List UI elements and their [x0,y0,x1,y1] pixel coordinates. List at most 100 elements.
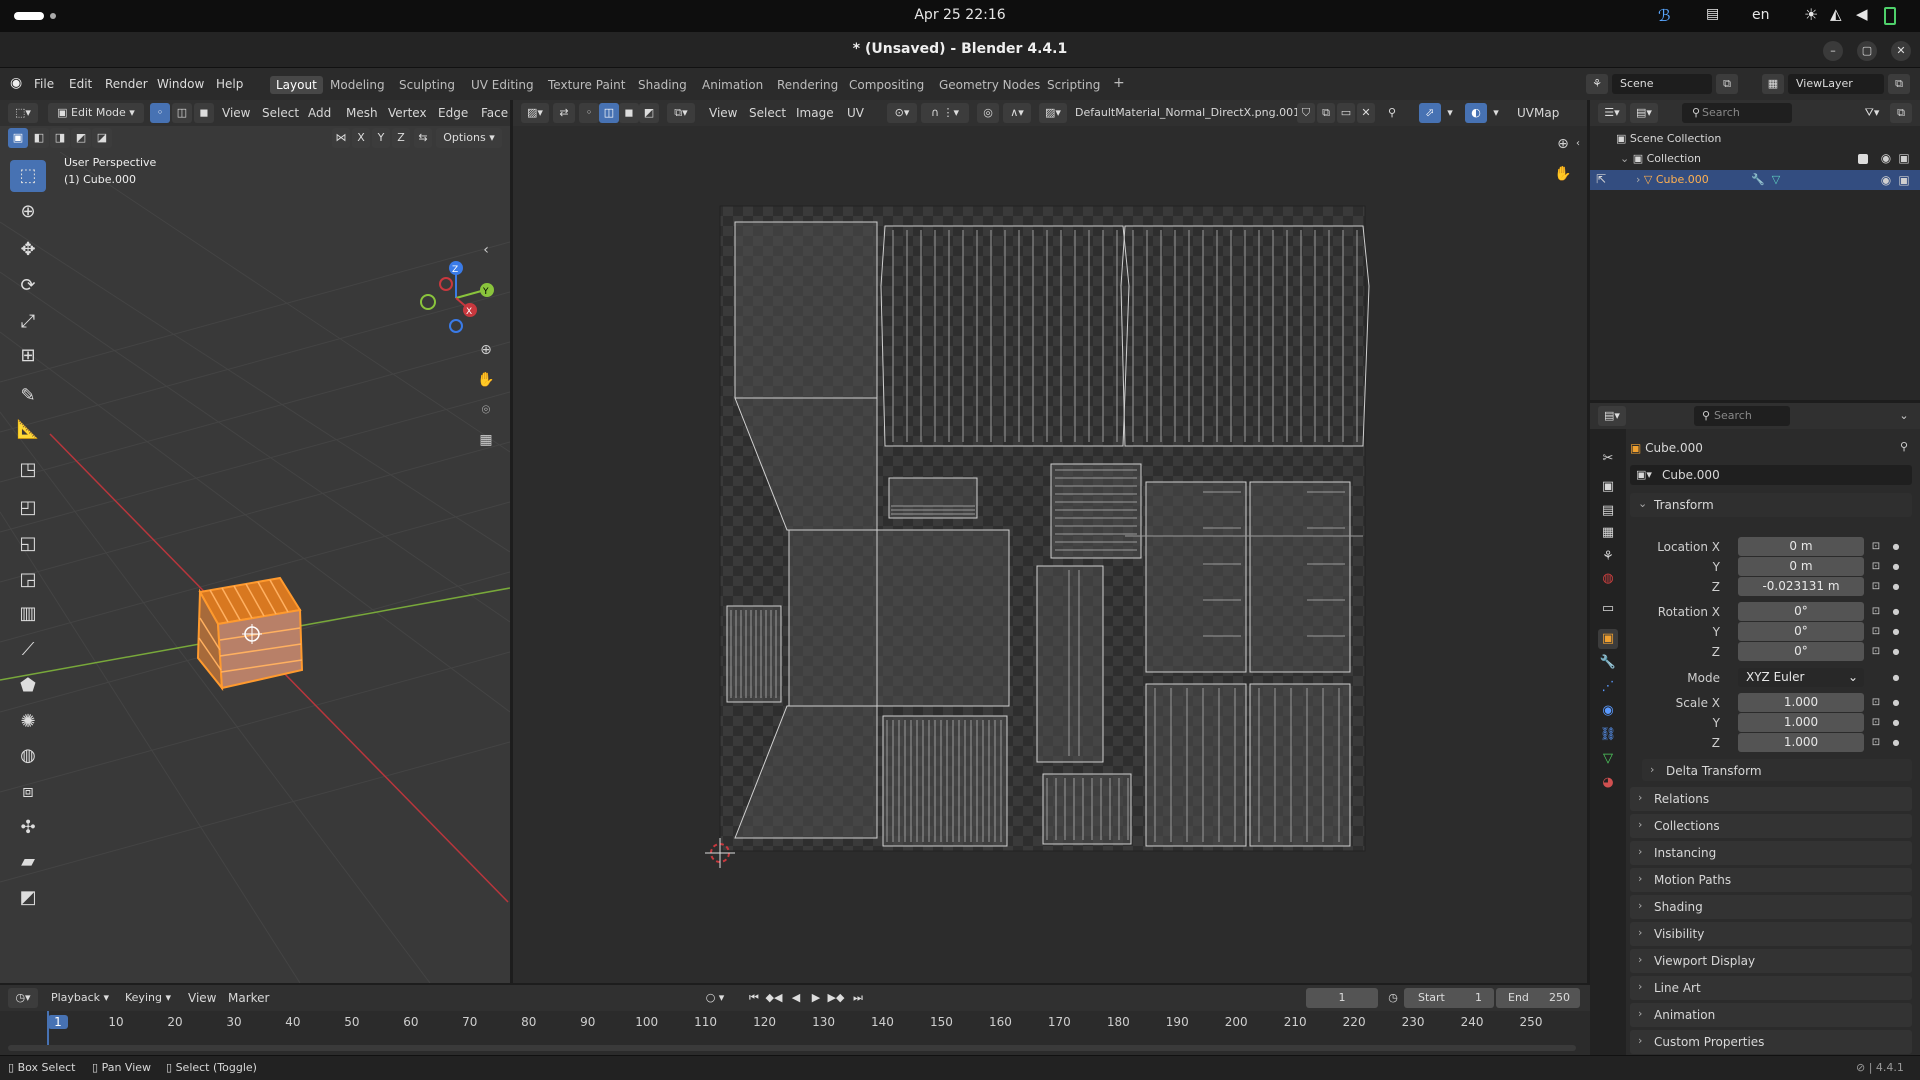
uv-menu-view[interactable]: View [709,106,737,120]
new-viewlayer-icon[interactable]: ⧉ [1888,74,1910,94]
2d-cursor-icon[interactable] [705,838,735,868]
panel-relations[interactable]: › Relations [1630,787,1912,811]
loop-cut-tool-icon[interactable]: ▥ [10,598,46,630]
output-tab-icon[interactable]: ▤ [1598,501,1618,521]
selected-mesh-cube[interactable] [190,570,320,700]
tab-uv-editing[interactable]: UV Editing [465,76,540,94]
inset-tool-icon[interactable]: ◱ [10,528,46,560]
tab-animation[interactable]: Animation [696,76,769,94]
viewport-menu-select[interactable]: Select [262,106,299,120]
transform-panel-header[interactable]: ⌄ Transform [1630,493,1912,517]
collection-checkbox[interactable] [1858,154,1868,164]
annotate-tool-icon[interactable]: ✎ [10,380,46,412]
navigation-gizmo[interactable]: Z Y X [410,258,500,338]
screen-share-icon[interactable]: ▤ [1706,6,1719,22]
keyframe-dot-icon[interactable]: ● [1886,602,1906,622]
delta-transform-subpanel[interactable]: › Delta Transform [1642,759,1912,781]
image-browse-icon[interactable]: ▨▾ [1039,103,1067,123]
battery-icon[interactable] [1884,7,1896,25]
panel-motion-paths[interactable]: › Motion Paths [1630,868,1912,892]
zoom-icon[interactable]: ⊕ [476,340,496,360]
keyframe-dot-icon[interactable]: ● [1886,733,1906,753]
lock-icon[interactable]: ⊡ [1866,713,1886,733]
rotation-y-field[interactable]: 0° [1738,622,1864,641]
app-indicator-icon[interactable]: ℬ [1658,6,1671,25]
uv-island-select-icon[interactable]: ◩ [639,103,659,123]
uv-face-select-icon[interactable]: ◼ [619,103,639,123]
brightness-icon[interactable]: ☀ [1804,5,1818,24]
lock-icon[interactable]: ⊡ [1866,693,1886,713]
vertex-select-icon[interactable]: ◦ [150,103,170,123]
scale-y-field[interactable]: 1.000 [1738,713,1864,732]
volume-icon[interactable]: ◀ [1856,5,1868,23]
mesh-data-icon[interactable]: ▽ [1766,170,1786,190]
outliner-editor-type-icon[interactable]: ☰▾ [1598,103,1626,123]
tab-texture-paint[interactable]: Texture Paint [542,76,631,94]
panel-visibility[interactable]: › Visibility [1630,922,1912,946]
image-name[interactable]: DefaultMaterial_Normal_DirectX.png.001 [1075,106,1300,119]
outliner-row-scene-collection[interactable]: ▣ Scene Collection [1616,132,1721,145]
properties-editor-type-icon[interactable]: ▤▾ [1598,406,1626,426]
face-select-icon[interactable]: ◼ [194,103,214,123]
mirror-y-toggle[interactable]: Y [372,128,390,148]
material-tab-icon[interactable]: ◕ [1598,773,1618,793]
scene-selector[interactable]: Scene [1612,74,1712,94]
shrink-fatten-tool-icon[interactable]: ✣ [10,812,46,844]
keyframe-dot-icon[interactable]: ● [1886,622,1906,642]
maximize-button[interactable]: ▢ [1857,41,1877,61]
viewlayer-icon[interactable]: ▦ [1762,74,1784,94]
panel-viewport-display[interactable]: › Viewport Display [1630,949,1912,973]
mirror-z-toggle[interactable]: Z [392,128,410,148]
visibility-eye-icon[interactable]: ◉ [1876,148,1896,168]
scale-z-field[interactable]: 1.000 [1738,733,1864,752]
uv-menu-image[interactable]: Image [796,106,834,120]
minimize-button[interactable]: – [1823,41,1843,61]
viewport-side-arrow-icon[interactable] [476,250,496,270]
new-image-icon[interactable]: ⧉ [1317,103,1335,123]
lock-icon[interactable]: ⊡ [1866,557,1886,577]
keyframe-dot-icon[interactable]: ● [1886,577,1906,597]
new-collection-icon[interactable]: ⧉ [1890,103,1912,123]
knife-tool-icon[interactable]: ⟋ [10,634,46,666]
fake-user-icon[interactable]: ⛉ [1297,103,1315,123]
viewport-menu-mesh[interactable]: Mesh [346,106,378,120]
extrude-tool-icon[interactable]: ◰ [10,492,46,524]
pin-image-icon[interactable]: ⚲ [1383,103,1401,123]
datablock-icon[interactable]: ▣▾ [1636,468,1652,481]
tab-rendering[interactable]: Rendering [771,76,844,94]
object-datablock-field[interactable]: ▣▾ Cube.000 [1630,465,1912,485]
input-language[interactable]: en [1752,7,1770,23]
tab-shading[interactable]: Shading [632,76,693,94]
viewport-menu-view[interactable]: View [222,106,250,120]
camera-view-icon[interactable]: ⌾ [476,400,496,420]
close-button[interactable]: ✕ [1891,41,1911,61]
keyframe-dot-icon[interactable]: ● [1886,693,1906,713]
new-scene-icon[interactable]: ⧉ [1716,74,1738,94]
select-invert-icon[interactable]: ◩ [71,128,91,148]
select-new-icon[interactable]: ▣ [8,128,28,148]
transform-tool-icon[interactable]: ⊞ [10,340,46,372]
panel-collections[interactable]: › Collections [1630,814,1912,838]
snap-icon[interactable]: ∩ ⋮▾ [921,103,969,123]
keyframe-dot-icon[interactable]: ● [1886,642,1906,662]
uv-sync-icon[interactable]: ⇆ [414,128,432,148]
uv-menu-select[interactable]: Select [749,106,786,120]
ortho-toggle-icon[interactable]: ▦ [476,430,496,450]
wifi-icon[interactable]: ◭ [1830,5,1842,23]
bevel-tool-icon[interactable]: ◲ [10,564,46,596]
location-z-field[interactable]: -0.023131 m [1738,577,1864,596]
viewport-menu-vertex[interactable]: Vertex [388,106,427,120]
cube-visibility-eye-icon[interactable]: ◉ [1876,170,1896,190]
rip-region-tool-icon[interactable]: ◩ [10,882,46,914]
uv-edge-select-icon[interactable]: ◫ [599,103,619,123]
gizmo-dropdown-icon[interactable]: ▾ [1443,103,1457,123]
smooth-tool-icon[interactable]: ◍ [10,740,46,772]
menu-help[interactable]: Help [216,77,243,91]
select-box-tool-icon[interactable]: ⬚ [10,160,46,192]
falloff-icon[interactable]: ∧▾ [1003,103,1031,123]
outliner-row-collection[interactable]: ⌄ ▣ Collection [1620,152,1701,165]
uv-sync-selection-icon[interactable]: ⇄ [553,103,575,123]
move-tool-icon[interactable]: ✥ [10,234,46,266]
spin-tool-icon[interactable]: ✺ [10,706,46,738]
panel-animation[interactable]: › Animation [1630,1003,1912,1027]
